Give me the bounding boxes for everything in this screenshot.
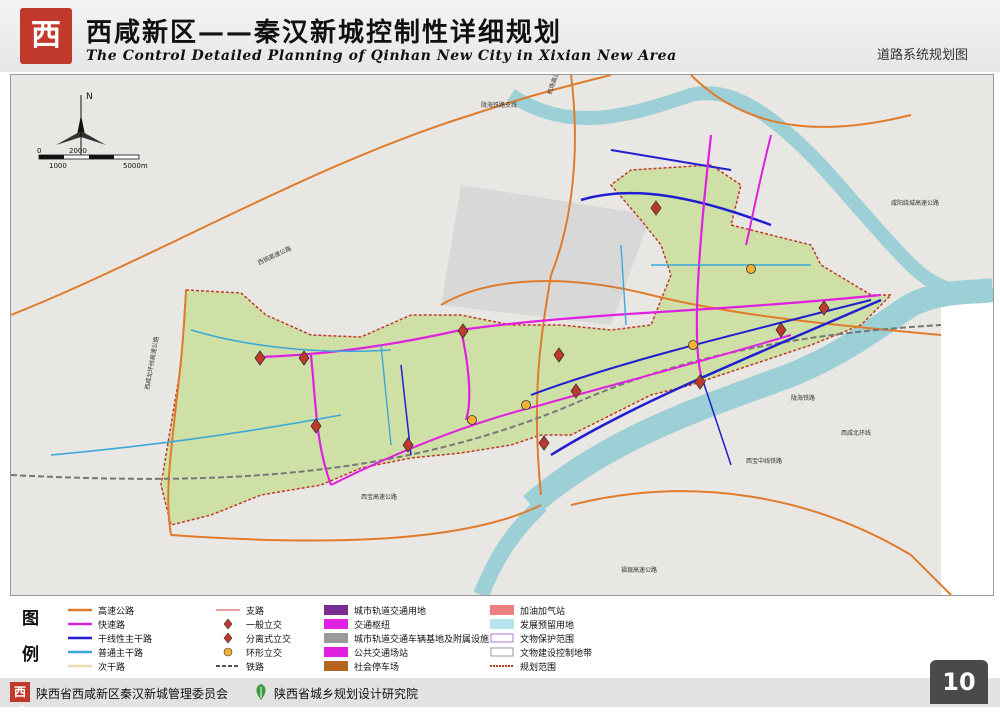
legend-item-label: 文物保护范围 bbox=[520, 634, 575, 645]
legend-item: 城市轨道交通用地 bbox=[324, 603, 426, 617]
footer-organization-right: 陕西省城乡规划设计研究院 bbox=[274, 687, 419, 701]
red-fill-icon bbox=[490, 605, 514, 615]
road-label: 福银高速公路 bbox=[621, 566, 657, 574]
xixian-footer-logo: 西咸 bbox=[10, 682, 30, 719]
legend-item-label: 次干路 bbox=[98, 662, 126, 673]
purple-outline-icon bbox=[490, 633, 514, 643]
legend-item: 交通枢纽 bbox=[324, 617, 390, 631]
institute-leaf-icon bbox=[256, 684, 266, 700]
road-label: 西咸北环线 bbox=[841, 429, 871, 437]
legend-item: 公共交通场站 bbox=[324, 645, 408, 659]
legend-item: 城市轨道交通车辆基地及附属设施 bbox=[324, 631, 489, 645]
legend-item: 干线性主干路 bbox=[68, 631, 152, 645]
boundary-icon bbox=[490, 661, 514, 671]
brown-fill-icon bbox=[324, 661, 348, 671]
road-label: 陇海铁路 bbox=[791, 394, 815, 402]
legend-item-label: 社会停车场 bbox=[354, 662, 400, 673]
legend-item-label: 铁路 bbox=[246, 662, 265, 673]
page-title-english: The Control Detailed Planning of Qinhan … bbox=[86, 48, 677, 64]
legend-item: 发展预留用地 bbox=[490, 617, 574, 631]
roundabout-circle-icon[interactable] bbox=[746, 264, 756, 274]
light-line-icon bbox=[68, 661, 92, 671]
road-label: 西宝高速公路 bbox=[361, 493, 397, 501]
scale-label-0: 0 bbox=[37, 147, 41, 155]
road-label: 西宝中线铁路 bbox=[746, 457, 782, 465]
legend-item: 铁路 bbox=[216, 659, 264, 673]
road-label: 陇海铁路支线 bbox=[481, 101, 517, 109]
roundabout-circle-icon[interactable] bbox=[688, 340, 698, 350]
legend-item-label: 城市轨道交通车辆基地及附属设施 bbox=[354, 634, 490, 645]
legend-item-label: 普通主干路 bbox=[98, 648, 144, 659]
red-thin-line-icon bbox=[216, 605, 240, 615]
road-system-map[interactable]: N 0 2000 1000 5000m 西咸北环线高速公路 陇海铁路 西宝高速公… bbox=[10, 74, 994, 596]
scale-label-2000: 2000 bbox=[69, 147, 87, 155]
legend-item: 快速路 bbox=[68, 617, 125, 631]
gray-fill-icon bbox=[324, 633, 348, 643]
xixian-logo: 西咸 bbox=[20, 8, 72, 109]
legend-item: 规划范围 bbox=[490, 659, 556, 673]
legend-item: 分离式立交 bbox=[216, 631, 291, 645]
legend-item-label: 城市轨道交通用地 bbox=[354, 606, 427, 617]
header-banner: 西咸 西咸新区——秦汉新城控制性详细规划 The Control Detaile… bbox=[0, 0, 1000, 109]
legend-item-label: 公共交通场站 bbox=[354, 648, 409, 659]
legend-item: 加油加气站 bbox=[490, 603, 565, 617]
diamond-icon bbox=[216, 633, 240, 643]
page-title: 西咸新区——秦汉新城控制性详细规划 bbox=[86, 18, 563, 48]
roundabout-circle-icon[interactable] bbox=[467, 415, 477, 425]
scale-label-5000: 5000m bbox=[123, 162, 148, 170]
purple-fill-icon bbox=[324, 605, 348, 615]
north-label: N bbox=[86, 92, 93, 102]
blue-line-icon bbox=[68, 633, 92, 643]
legend-item: 一般立交 bbox=[216, 617, 282, 631]
magenta-fill-icon bbox=[324, 647, 348, 657]
legend-item: 文物保护范围 bbox=[490, 631, 574, 645]
gray-outline-icon bbox=[490, 647, 514, 657]
legend-item-label: 快速路 bbox=[98, 620, 126, 631]
legend-item-label: 文物建设控制地带 bbox=[520, 648, 593, 659]
roundabout-circle-icon[interactable] bbox=[521, 400, 531, 410]
legend-item: 社会停车场 bbox=[324, 659, 399, 673]
legend-item-label: 一般立交 bbox=[246, 620, 283, 631]
diamond-icon bbox=[216, 619, 240, 629]
legend-item: 环形立交 bbox=[216, 645, 282, 659]
cyan-line-icon bbox=[68, 647, 92, 657]
map-legend: 图例 高速公路快速路干线性主干路 普通主干路次干路 支路一般立交分离式立交环形立交铁… bbox=[10, 597, 990, 675]
page-number: 10 bbox=[930, 660, 988, 704]
footer-organization-left: 陕西省西咸新区秦汉新城管理委员会 bbox=[36, 687, 229, 701]
footer-bar: 西咸 陕西省西咸新区秦汉新城管理委员会 陕西省城乡规划设计研究院 bbox=[0, 678, 1000, 719]
magenta-line-icon bbox=[68, 619, 92, 629]
scale-label-1000: 1000 bbox=[49, 162, 67, 170]
circle-icon bbox=[216, 647, 240, 657]
drawing-subtitle: 道路系统规划图 bbox=[876, 48, 968, 63]
road-label: 咸阳绕城高速公路 bbox=[891, 199, 939, 207]
legend-item-label: 加油加气站 bbox=[520, 606, 566, 617]
legend-title: 图例 bbox=[22, 609, 39, 665]
map-canvas: N 0 2000 1000 5000m 西咸北环线高速公路 陇海铁路 西宝高速公… bbox=[11, 75, 993, 595]
legend-item: 普通主干路 bbox=[68, 645, 143, 659]
legend-item-label: 高速公路 bbox=[98, 606, 135, 617]
legend-item-label: 规划范围 bbox=[520, 662, 557, 673]
legend-item: 文物建设控制地带 bbox=[490, 645, 592, 659]
lightblue-fill-icon bbox=[490, 619, 514, 629]
plan-sheet: 西咸 西咸新区——秦汉新城控制性详细规划 The Control Detaile… bbox=[0, 0, 1000, 719]
orange-line-icon bbox=[68, 605, 92, 615]
legend-item-label: 支路 bbox=[246, 606, 265, 617]
legend-item: 次干路 bbox=[68, 659, 125, 673]
legend-item-label: 交通枢纽 bbox=[354, 620, 391, 631]
legend-item-label: 环形立交 bbox=[246, 648, 283, 659]
map-blank-area bbox=[941, 285, 993, 595]
rail-icon bbox=[216, 661, 240, 671]
legend-item-label: 发展预留用地 bbox=[520, 620, 575, 631]
legend-item: 支路 bbox=[216, 603, 264, 617]
magenta-fill-icon bbox=[324, 619, 348, 629]
legend-item-label: 干线性主干路 bbox=[98, 634, 153, 645]
legend-item-label: 分离式立交 bbox=[246, 634, 292, 645]
legend-item: 高速公路 bbox=[68, 603, 134, 617]
